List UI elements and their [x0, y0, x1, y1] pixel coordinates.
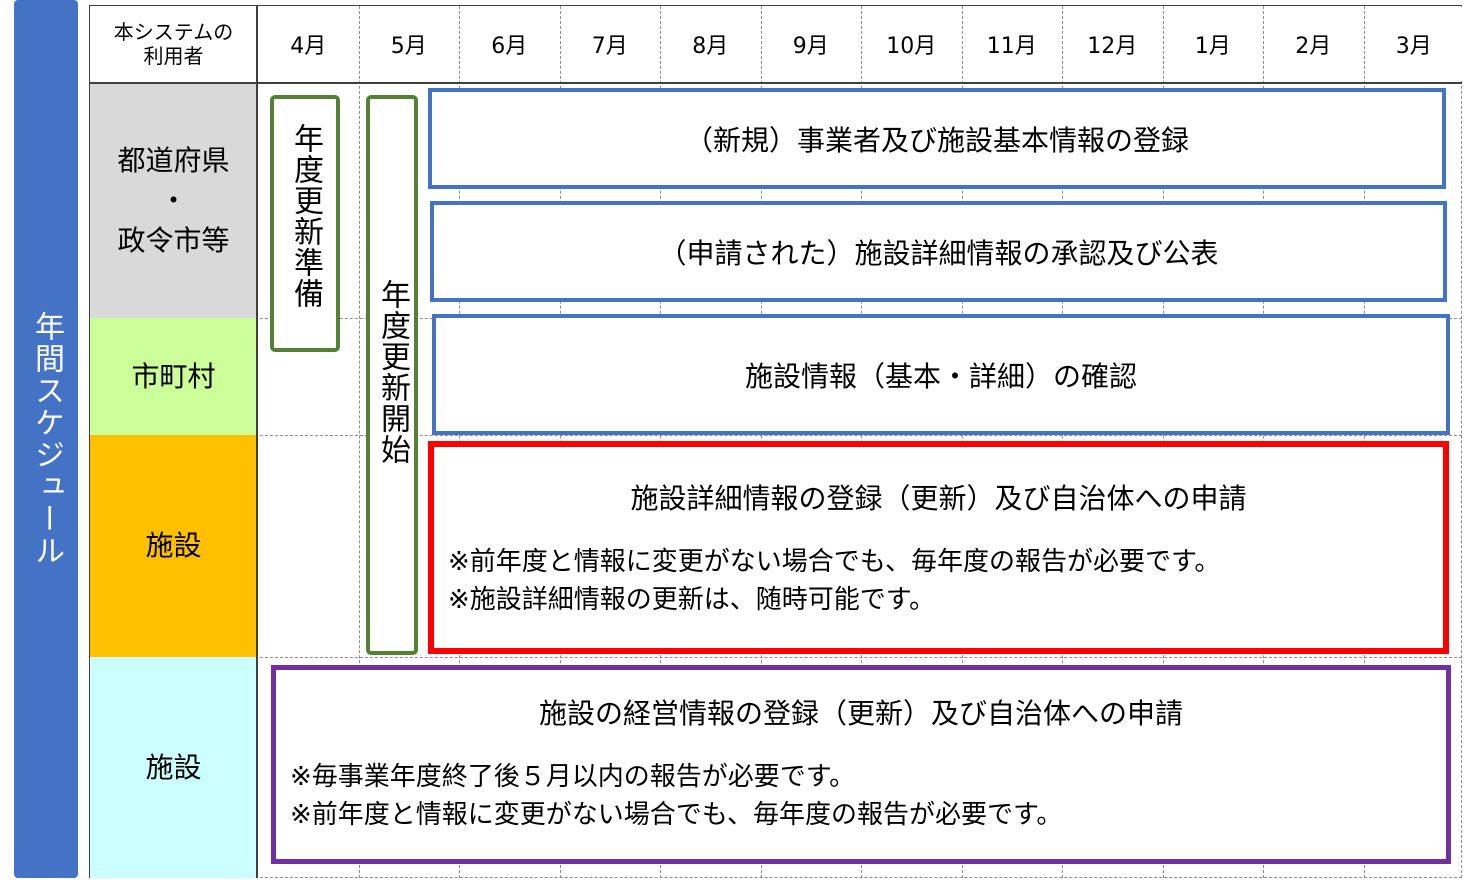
month-header-3: 6月: [460, 7, 559, 81]
facility-detail-note-1: ※前年度と情報に変更がない場合でも、毎年度の報告が必要です。: [448, 547, 1221, 577]
row-divider-line: [90, 435, 1462, 436]
row-label-prefecture-line3: 政令市等: [117, 223, 230, 257]
row-label-municipality-text: 市町村: [131, 359, 216, 393]
header-corner-line1: 本システムの: [113, 20, 234, 44]
management-info-note-2: ※前年度と情報に変更がない場合でも、毎年度の報告が必要です。: [290, 800, 1063, 830]
year-update-start-box: 年度更新開始: [366, 95, 418, 655]
row-label-prefecture-line1: 都道府県: [117, 143, 230, 177]
year-update-prep-box: 年度更新準備: [270, 95, 340, 352]
month-header-1: 4月: [259, 7, 358, 81]
management-info-note-1: ※毎事業年度終了後５月以内の報告が必要です。: [290, 762, 856, 792]
detail-approval-text: （申請された）施設詳細情報の承認及び公表: [658, 236, 1219, 270]
facility-info-check-text: 施設情報（基本・詳細）の確認: [744, 359, 1137, 393]
grid-right-border: [1461, 6, 1462, 878]
row-label-facility-2-text: 施設: [145, 750, 202, 784]
management-info-registration-box: 施設の経営情報の登録（更新）及び自治体への申請 ※毎事業年度終了後５月以内の報告…: [271, 665, 1451, 864]
grid-left-border: [89, 5, 90, 878]
month-header-2: 5月: [359, 7, 458, 81]
row-label-prefecture-line2: ・: [159, 183, 188, 217]
row-divider-line: [90, 877, 1462, 878]
new-business-registration-text: （新規）事業者及び施設基本情報の登録: [684, 123, 1189, 157]
year-update-start-text: 年度更新開始: [375, 279, 410, 465]
month-header-4: 7月: [560, 7, 659, 81]
facility-info-check-box: 施設情報（基本・詳細）の確認: [432, 314, 1450, 435]
month-header-6: 9月: [761, 7, 860, 81]
grid-top-border: [89, 5, 1462, 6]
row-label-facility-2: 施設: [90, 657, 257, 878]
annual-schedule-side-label: 年間スケジュール: [14, 0, 78, 878]
header-corner-line2: 利用者: [143, 44, 204, 68]
row-label-facility-1-text: 施設: [145, 529, 202, 562]
facility-detail-note-2: ※施設詳細情報の更新は、随時可能です。: [448, 585, 936, 615]
header-user-cell: 本システムの 利用者: [90, 6, 257, 82]
facility-detail-registration-box: 施設詳細情報の登録（更新）及び自治体への申請 ※前年度と情報に変更がない場合でも…: [428, 441, 1449, 654]
side-label-text: 年間スケジュール: [29, 311, 64, 567]
month-header-10: 1月: [1163, 7, 1262, 81]
month-header-5: 8月: [661, 7, 760, 81]
new-business-registration-box: （新規）事業者及び施設基本情報の登録: [428, 88, 1446, 189]
row-label-prefecture: 都道府県 ・ 政令市等: [90, 83, 257, 318]
month-header-12: 3月: [1364, 7, 1463, 81]
detail-approval-box: （申請された）施設詳細情報の承認及び公表: [430, 201, 1447, 302]
grid-label-border: [256, 5, 258, 878]
month-header-9: 12月: [1063, 7, 1162, 81]
row-label-facility-1: 施設: [90, 435, 257, 657]
facility-detail-registration-title: 施設詳細情報の登録（更新）及び自治体への申請: [630, 482, 1247, 515]
month-header-11: 2月: [1264, 7, 1363, 81]
grid-header-border: [89, 82, 1462, 84]
month-header-8: 11月: [962, 7, 1061, 81]
row-divider-line: [90, 657, 1462, 658]
year-update-prep-text: 年度更新準備: [288, 123, 323, 309]
management-info-registration-title: 施設の経営情報の登録（更新）及び自治体への申請: [538, 697, 1183, 730]
month-header-7: 10月: [862, 7, 961, 81]
row-label-municipality: 市町村: [90, 318, 257, 435]
